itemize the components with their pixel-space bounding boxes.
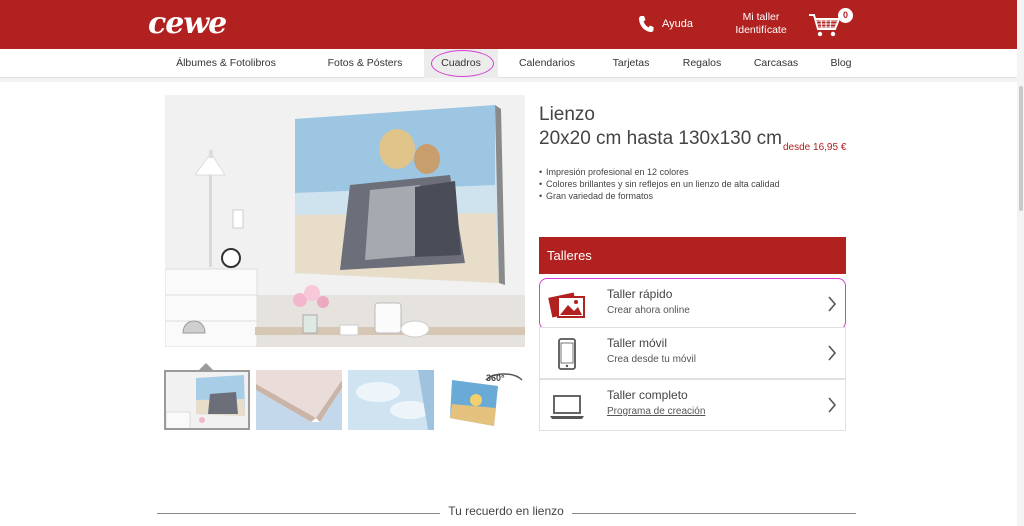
account-title: Mi taller (742, 11, 780, 23)
nav-item-calendarios[interactable]: Calendarios (514, 49, 580, 78)
scrollbar-thumb[interactable] (1019, 86, 1023, 211)
taller-movil-title: Taller móvil (607, 336, 668, 350)
account-link[interactable]: Mi taller Identifícate (728, 11, 794, 37)
nav-item-tarjetas[interactable]: Tarjetas (608, 49, 654, 78)
feature-list: Impresión profesional en 12 colores Colo… (539, 166, 780, 202)
product-title: Lienzo (539, 104, 595, 125)
section-divider-right (572, 513, 856, 514)
login-label: Identifícate (735, 24, 787, 36)
cart-icon[interactable] (808, 12, 842, 38)
feature-item: Impresión profesional en 12 colores (539, 166, 780, 178)
help-label: Ayuda (662, 18, 693, 30)
main-nav: Álbumes & Fotolibros Fotos & Pósters Cua… (0, 49, 1024, 78)
thumbnail-room[interactable] (164, 370, 250, 430)
taller-movil-subtitle: Crea desde tu móvil (607, 354, 696, 365)
nav-item-albumes[interactable]: Álbumes & Fotolibros (172, 49, 280, 78)
taller-rapido-title: Taller rápido (607, 287, 673, 301)
taller-rapido-option[interactable]: Taller rápido Crear ahora online (539, 278, 846, 330)
help-link[interactable]: Ayuda (638, 12, 693, 36)
thumbnail-edge-detail[interactable] (348, 370, 434, 430)
taller-completo-option[interactable]: Taller completo Programa de creación (539, 379, 846, 431)
thumbnail-360-image (440, 370, 526, 430)
cart-count-badge: 0 (838, 8, 853, 23)
nav-item-blog[interactable]: Blog (826, 49, 856, 78)
section-title: Tu recuerdo en lienzo (440, 504, 572, 518)
feature-item: Gran variedad de formatos (539, 190, 780, 202)
room-scene-illustration (165, 95, 525, 347)
chevron-right-icon (828, 345, 837, 361)
thumbnail-room-image (166, 372, 248, 428)
scrollbar-track[interactable] (1017, 0, 1024, 526)
phone-icon (639, 16, 654, 32)
thumbnail-360-view[interactable]: 360° (440, 370, 526, 430)
section-divider-left (157, 513, 440, 514)
laptop-icon (550, 395, 584, 419)
chevron-right-icon (828, 397, 837, 413)
thumbnail-selected-indicator (199, 363, 213, 370)
cewe-logo[interactable]: cewe (148, 6, 227, 41)
product-main-image[interactable] (165, 95, 525, 347)
product-price: desde 16,95 € (783, 142, 847, 153)
nav-item-fotos[interactable]: Fotos & Pósters (322, 49, 408, 78)
mobile-icon (558, 338, 576, 370)
thumbnail-corner-detail[interactable] (256, 370, 342, 430)
programa-creacion-link[interactable]: Programa de creación (607, 406, 705, 417)
rotate-360-label: 360° (486, 373, 505, 383)
taller-completo-title: Taller completo (607, 388, 688, 402)
product-size-range: 20x20 cm hasta 130x130 cm (539, 128, 782, 149)
taller-rapido-subtitle: Crear ahora online (607, 305, 690, 316)
taller-movil-option[interactable]: Taller móvil Crea desde tu móvil (539, 327, 846, 379)
highlight-circle (431, 50, 494, 77)
nav-item-carcasas[interactable]: Carcasas (752, 49, 800, 78)
top-header: cewe Ayuda Mi taller Identifícate 0 (0, 0, 1024, 49)
talleres-header: Talleres (539, 237, 846, 274)
feature-item: Colores brillantes y sin reflejos en un … (539, 178, 780, 190)
photo-icon (548, 292, 585, 318)
nav-shadow (0, 78, 1024, 82)
nav-item-cuadros[interactable]: Cuadros (424, 49, 498, 78)
thumbnail-edge-image (348, 370, 434, 430)
chevron-right-icon (828, 296, 837, 312)
nav-item-regalos[interactable]: Regalos (680, 49, 724, 78)
thumbnail-corner-image (256, 370, 342, 430)
